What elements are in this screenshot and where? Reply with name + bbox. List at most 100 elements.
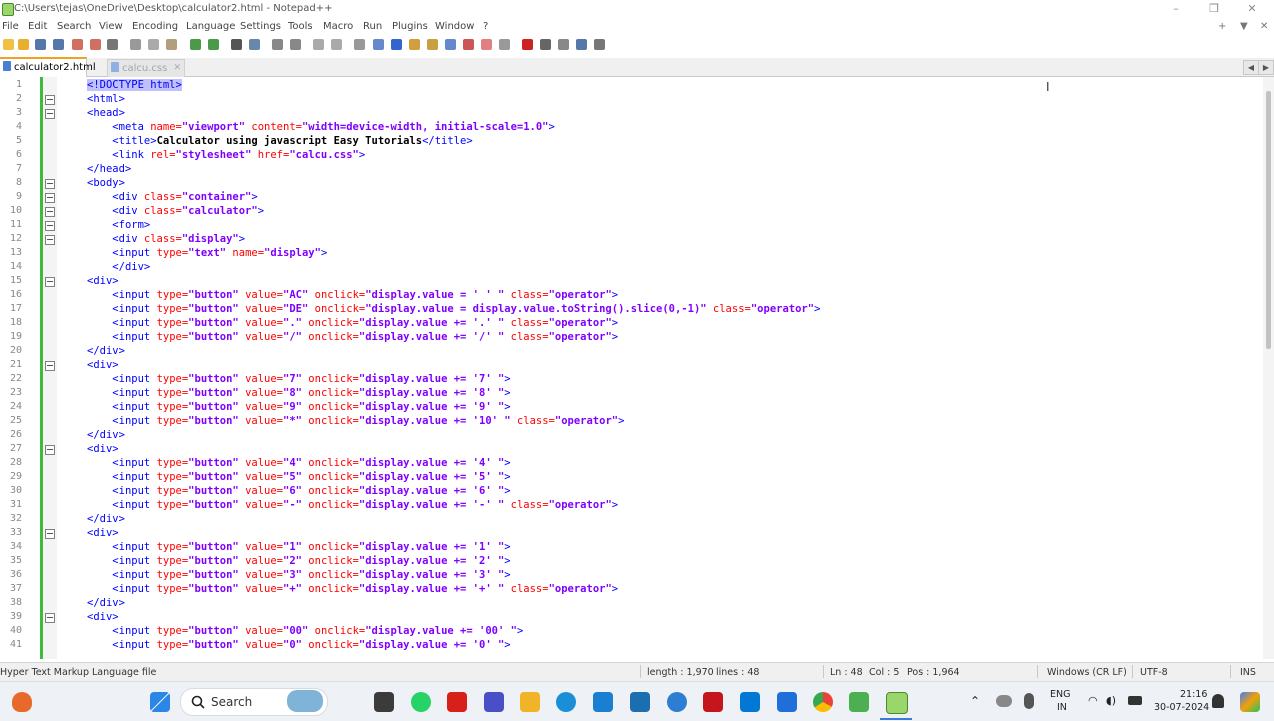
code-line[interactable]: 30 <input type="button" value="6" onclic… xyxy=(0,484,1260,498)
code-line[interactable]: 27 <div> xyxy=(0,442,1260,456)
menu-tools[interactable]: Tools xyxy=(288,21,313,32)
fold-toggle-icon[interactable] xyxy=(45,529,55,539)
code-line[interactable]: 1 <!DOCTYPE html> xyxy=(0,78,1260,92)
code-line[interactable]: 34 <input type="button" value="1" onclic… xyxy=(0,540,1260,554)
code-line[interactable]: 2 <html> xyxy=(0,92,1260,106)
code-line[interactable]: 36 <input type="button" value="3" onclic… xyxy=(0,568,1260,582)
clock-time[interactable]: 21:16 xyxy=(1180,689,1207,700)
code-editor[interactable]: 1 <!DOCTYPE html> 2 <html> 3 <head> 4 <meta na… xyxy=(0,77,1274,659)
play-macro-icon[interactable] xyxy=(558,39,569,50)
clock-date[interactable]: 30-07-2024 xyxy=(1154,702,1209,713)
insert-mode[interactable]: INS xyxy=(1240,667,1256,678)
chrome-icon[interactable] xyxy=(813,692,833,712)
wifi-icon[interactable]: ◠ xyxy=(1088,694,1098,707)
code-line[interactable]: 22 <input type="button" value="7" onclic… xyxy=(0,372,1260,386)
sync-vertical-icon[interactable] xyxy=(313,39,324,50)
sync-horizontal-icon[interactable] xyxy=(331,39,342,50)
code-line[interactable]: 32 </div> xyxy=(0,512,1260,526)
copilot-icon[interactable] xyxy=(1240,692,1260,712)
weather-widget-icon[interactable] xyxy=(12,692,32,712)
fold-toggle-icon[interactable] xyxy=(45,221,55,231)
close-button[interactable]: ✕ xyxy=(1234,1,1270,17)
code-line[interactable]: 20 </div> xyxy=(0,344,1260,358)
battery-icon[interactable] xyxy=(1128,696,1142,705)
tab-list-button[interactable]: ▼ xyxy=(1240,21,1248,32)
onedrive-icon[interactable] xyxy=(996,695,1012,707)
menu-help[interactable]: ? xyxy=(483,21,488,32)
code-line[interactable]: 28 <input type="button" value="4" onclic… xyxy=(0,456,1260,470)
code-line[interactable]: 13 <input type="text" name="display"> xyxy=(0,246,1260,260)
doc-map-icon[interactable] xyxy=(427,39,438,50)
fold-toggle-icon[interactable] xyxy=(45,361,55,371)
vertical-scrollbar[interactable] xyxy=(1263,77,1274,659)
word-wrap-icon[interactable] xyxy=(354,39,365,50)
code-line[interactable]: 23 <input type="button" value="8" onclic… xyxy=(0,386,1260,400)
close-doc-button[interactable]: ✕ xyxy=(1260,21,1268,32)
code-line[interactable]: 7 </head> xyxy=(0,162,1260,176)
code-line[interactable]: 8 <body> xyxy=(0,176,1260,190)
zoom-in-icon[interactable] xyxy=(272,39,283,50)
code-line[interactable]: 19 <input type="button" value="/" onclic… xyxy=(0,330,1260,344)
paste-icon[interactable] xyxy=(166,39,177,50)
code-line[interactable]: 15 <div> xyxy=(0,274,1260,288)
close-file-icon[interactable] xyxy=(72,39,83,50)
save-macro-icon[interactable] xyxy=(594,39,605,50)
start-icon[interactable] xyxy=(150,692,170,712)
scrollbar-thumb[interactable] xyxy=(1266,91,1271,349)
maximize-button[interactable]: ❒ xyxy=(1196,1,1232,17)
function-list-icon[interactable] xyxy=(445,39,456,50)
udl-icon[interactable] xyxy=(409,39,420,50)
view-icon[interactable] xyxy=(499,39,510,50)
code-line[interactable]: 11 <form> xyxy=(0,218,1260,232)
menu-encoding[interactable]: Encoding xyxy=(132,21,178,32)
fold-toggle-icon[interactable] xyxy=(45,235,55,245)
chat-icon[interactable] xyxy=(667,692,687,712)
show-hidden-icons[interactable]: ⌃ xyxy=(970,694,980,708)
code-line[interactable]: 14 </div> xyxy=(0,260,1260,274)
netflix-icon[interactable] xyxy=(447,692,467,712)
edge-icon[interactable] xyxy=(556,692,576,712)
excel-icon[interactable] xyxy=(849,692,869,712)
stop-macro-icon[interactable] xyxy=(540,39,551,50)
code-line[interactable]: 16 <input type="button" value="AC" oncli… xyxy=(0,288,1260,302)
menu-view[interactable]: View xyxy=(99,21,123,32)
fold-toggle-icon[interactable] xyxy=(45,109,55,119)
save-icon[interactable] xyxy=(35,39,46,50)
code-line[interactable]: 24 <input type="button" value="9" onclic… xyxy=(0,400,1260,414)
undo-icon[interactable] xyxy=(190,39,201,50)
code-line[interactable]: 39 <div> xyxy=(0,610,1260,624)
encoding[interactable]: UTF-8 xyxy=(1140,667,1168,678)
menu-language[interactable]: Language xyxy=(186,21,235,32)
notepadpp-taskbar-icon[interactable] xyxy=(886,692,908,714)
find-icon[interactable] xyxy=(231,39,242,50)
vscode-icon[interactable] xyxy=(740,692,760,712)
code-line[interactable]: 6 <link rel="stylesheet" href="calcu.css… xyxy=(0,148,1260,162)
code-line[interactable]: 12 <div class="display"> xyxy=(0,232,1260,246)
fold-toggle-icon[interactable] xyxy=(45,95,55,105)
fold-toggle-icon[interactable] xyxy=(45,277,55,287)
tab-calcu-css[interactable]: calcu.css ✕ xyxy=(107,59,185,78)
skype-icon[interactable] xyxy=(777,692,797,712)
code-line[interactable]: 3 <head> xyxy=(0,106,1260,120)
code-line[interactable]: 40 <input type="button" value="00" oncli… xyxy=(0,624,1260,638)
fold-toggle-icon[interactable] xyxy=(45,207,55,217)
task-view-icon[interactable] xyxy=(374,692,394,712)
language-region[interactable]: IN xyxy=(1057,702,1067,713)
volume-icon[interactable]: ◖) xyxy=(1106,694,1116,707)
menu-file[interactable]: File xyxy=(2,21,19,32)
menu-plugins[interactable]: Plugins xyxy=(392,21,428,32)
code-line[interactable]: 5 <title>Calculator using javascript Eas… xyxy=(0,134,1260,148)
menu-settings[interactable]: Settings xyxy=(240,21,281,32)
mcafee-icon[interactable] xyxy=(703,692,723,712)
menu-run[interactable]: Run xyxy=(363,21,382,32)
code-line[interactable]: 37 <input type="button" value="+" onclic… xyxy=(0,582,1260,596)
file-explorer-icon[interactable] xyxy=(520,692,540,712)
language-code[interactable]: ENG xyxy=(1050,689,1070,700)
mysql-icon[interactable] xyxy=(630,692,650,712)
open-file-icon[interactable] xyxy=(18,39,29,50)
code-line[interactable]: 29 <input type="button" value="5" onclic… xyxy=(0,470,1260,484)
play-multiple-icon[interactable] xyxy=(576,39,587,50)
tab-scroll-left-button[interactable]: ◀ xyxy=(1243,60,1259,75)
eol-format[interactable]: Windows (CR LF) xyxy=(1047,667,1127,678)
close-all-icon[interactable] xyxy=(90,39,101,50)
